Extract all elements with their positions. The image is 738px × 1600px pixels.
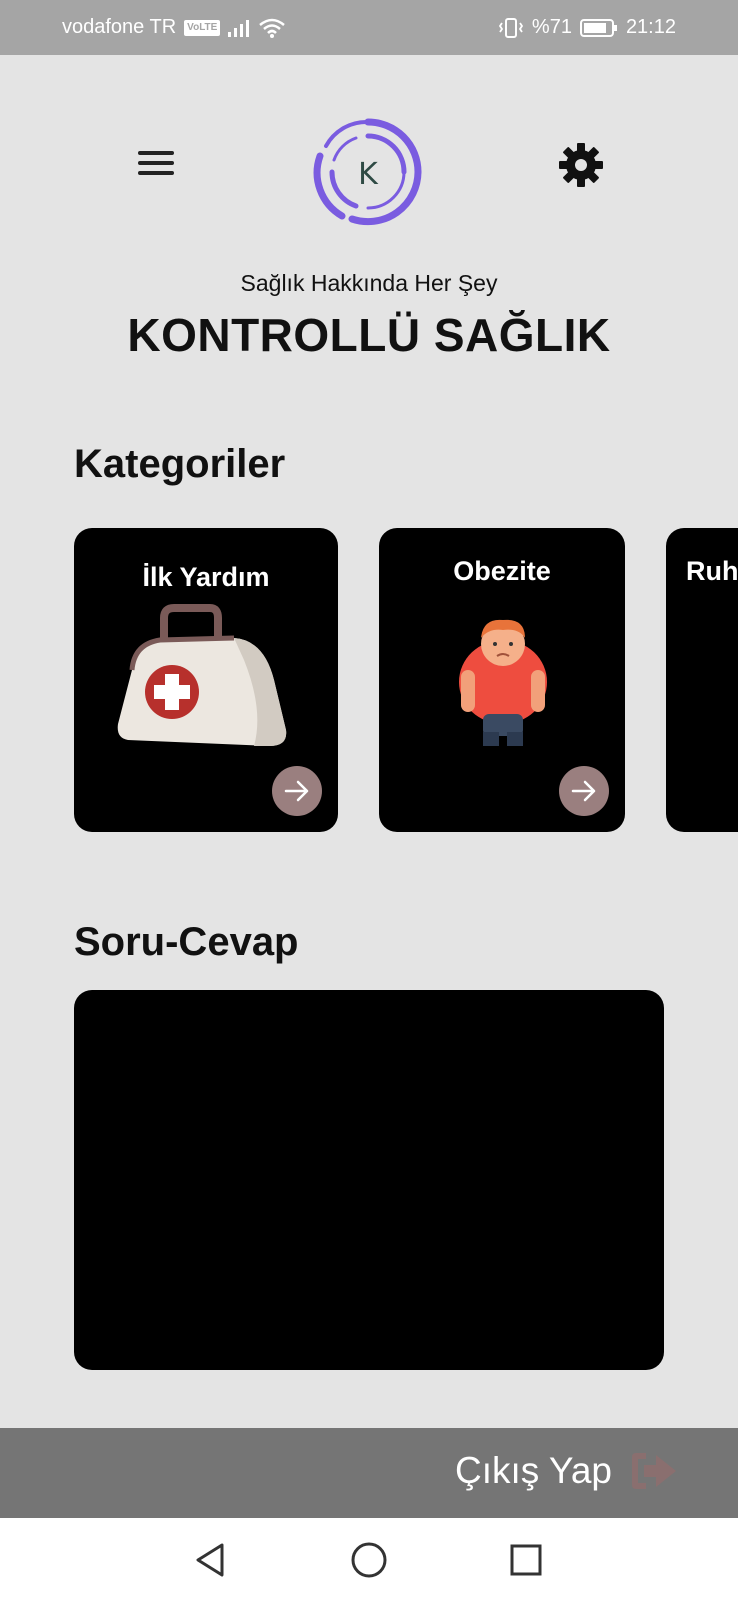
recents-square-icon — [510, 1544, 542, 1576]
page-title: KONTROLLÜ SAĞLIK — [127, 309, 611, 361]
category-card-first-aid[interactable]: İlk Yardım — [74, 528, 338, 832]
volte-badge: VoLTE — [184, 19, 221, 36]
logout-button[interactable]: Çıkış Yap — [455, 1450, 678, 1492]
arrow-right-icon — [571, 780, 596, 802]
wifi-icon — [258, 17, 286, 39]
categories-heading: Kategoriler — [74, 442, 286, 486]
logout-bar: Çıkış Yap — [0, 1428, 738, 1518]
logout-icon — [632, 1453, 676, 1489]
arrow-right-button[interactable] — [272, 766, 322, 816]
back-button[interactable] — [190, 1538, 234, 1582]
carrier-name: vodafone TR — [62, 16, 177, 38]
status-bar: vodafone TR VoLTE %71 21:12 — [0, 0, 738, 55]
recents-button[interactable] — [504, 1538, 548, 1582]
vibrate-icon — [498, 17, 524, 39]
arrow-right-icon — [284, 780, 309, 802]
arrow-right-button[interactable] — [559, 766, 609, 816]
category-card-label: İlk Yardım — [142, 562, 270, 592]
tagline: Sağlık Hakkında Her Şey — [240, 270, 498, 296]
clock: 21:12 — [625, 16, 676, 38]
menu-icon[interactable] — [134, 145, 178, 181]
status-right: %71 21:12 — [498, 16, 676, 39]
signal-icon — [226, 18, 252, 38]
status-left: vodafone TR VoLTE — [62, 16, 286, 39]
home-circle-icon — [351, 1542, 387, 1578]
navigation-bar — [0, 1518, 738, 1600]
category-card-label: Ruh — [686, 556, 738, 586]
logout-label: Çıkış Yap — [455, 1450, 612, 1491]
qa-heading: Soru-Cevap — [74, 920, 299, 964]
category-card-obesity[interactable]: Obezite — [379, 528, 625, 832]
overweight-person-icon — [453, 614, 553, 753]
battery-percent: %71 — [531, 16, 572, 38]
qa-panel[interactable] — [74, 990, 664, 1370]
settings-icon[interactable] — [558, 142, 604, 188]
app-logo: K — [312, 116, 424, 228]
back-triangle-icon — [196, 1543, 224, 1577]
category-card-label: Obezite — [453, 556, 551, 586]
logo-letter: K — [358, 157, 379, 192]
category-card-mental[interactable]: Ruh — [666, 528, 738, 832]
battery-icon — [579, 18, 618, 38]
home-button[interactable] — [347, 1538, 391, 1582]
first-aid-bag-icon — [114, 600, 294, 765]
